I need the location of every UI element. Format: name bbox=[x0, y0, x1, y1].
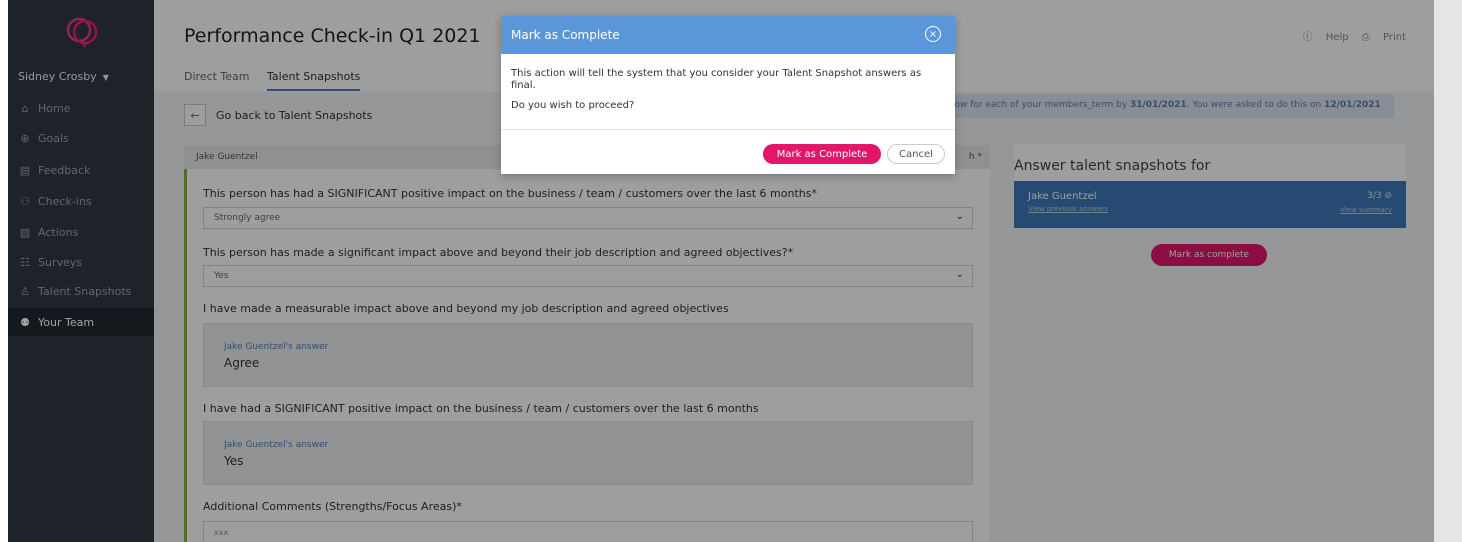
cancel-button[interactable]: Cancel bbox=[887, 144, 945, 164]
dialog-body: This action will tell the system that yo… bbox=[501, 54, 955, 130]
dialog-header: Mark as Complete × bbox=[501, 16, 955, 54]
mark-complete-dialog: Mark as Complete × This action will tell… bbox=[501, 16, 955, 174]
window-edge-shade bbox=[1434, 0, 1462, 542]
dialog-title: Mark as Complete bbox=[511, 28, 620, 42]
dialog-message: This action will tell the system that yo… bbox=[511, 68, 922, 91]
dialog-footer: Mark as Complete Cancel bbox=[763, 144, 945, 164]
close-icon[interactable]: × bbox=[925, 26, 941, 42]
dialog-question: Do you wish to proceed? bbox=[511, 100, 635, 111]
confirm-button[interactable]: Mark as Complete bbox=[763, 144, 881, 164]
sidebar-overlay bbox=[8, 0, 154, 542]
